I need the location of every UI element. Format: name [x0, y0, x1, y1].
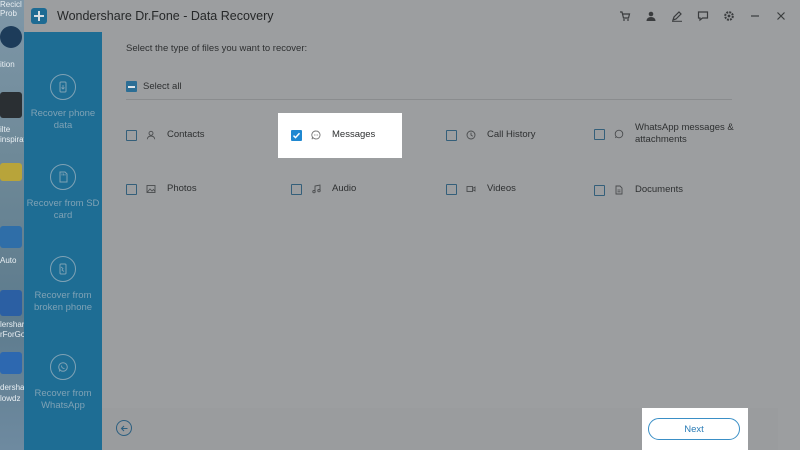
- desktop-label: dershar: [0, 383, 24, 392]
- sidebar-item-recover-phone-data[interactable]: Recover phone data: [24, 74, 102, 132]
- folder-icon[interactable]: [0, 163, 22, 181]
- whatsapp-icon: [613, 128, 625, 140]
- divider: [126, 99, 732, 100]
- option-whatsapp-messages[interactable]: WhatsApp messages & attachments: [594, 122, 735, 146]
- settings-icon[interactable]: [716, 0, 742, 32]
- option-documents[interactable]: Documents: [594, 184, 683, 196]
- footer-bar: Next: [102, 408, 778, 450]
- option-audio[interactable]: Audio: [291, 183, 356, 195]
- desktop-label: inspiratio: [0, 135, 24, 144]
- checkbox[interactable]: [446, 183, 457, 195]
- select-all-label: Select all: [143, 81, 182, 92]
- next-button[interactable]: Next: [648, 418, 740, 440]
- sidebar-item-recover-sd-card[interactable]: Recover from SD card: [24, 164, 102, 222]
- minimize-icon[interactable]: [742, 0, 768, 32]
- option-label: Photos: [167, 183, 197, 194]
- sidebar-item-label: Recover from WhatsApp: [34, 388, 92, 411]
- title-bar: Wondershare Dr.Fone - Data Recovery: [24, 0, 800, 32]
- next-highlight: Next: [642, 408, 748, 450]
- option-label: Contacts: [167, 129, 205, 140]
- sd-card-icon: [50, 164, 76, 190]
- user-icon[interactable]: [638, 0, 664, 32]
- drfone-shortcut-icon[interactable]: [0, 290, 22, 316]
- option-call-history[interactable]: Call History: [446, 129, 536, 141]
- sidebar-item-label: Recover from broken phone: [33, 290, 93, 313]
- select-all-checkbox[interactable]: Select all: [126, 81, 182, 92]
- desktop-label: Auto: [0, 256, 17, 265]
- cart-icon[interactable]: [612, 0, 638, 32]
- desktop-background: Recicl Prob ition ilte inspiratio Auto l…: [0, 0, 24, 450]
- close-icon[interactable]: [768, 0, 794, 32]
- desktop-label: ilte: [0, 125, 11, 134]
- select-all-box[interactable]: [126, 81, 137, 92]
- sidebar-item-recover-broken-phone[interactable]: Recover from broken phone: [24, 256, 102, 314]
- broken-phone-icon: [50, 256, 76, 282]
- option-photos[interactable]: Photos: [126, 183, 197, 195]
- desktop-label: lowdz: [0, 394, 21, 403]
- option-videos[interactable]: Videos: [446, 183, 516, 195]
- option-messages[interactable]: Messages: [291, 129, 375, 141]
- arrow-left-icon: [120, 425, 127, 431]
- checkbox-checked[interactable]: [291, 129, 302, 141]
- sidebar-item-label: Recover from SD card: [26, 198, 100, 221]
- sidebar-item-recover-whatsapp[interactable]: Recover from WhatsApp: [24, 354, 102, 412]
- desktop-label: lershar: [0, 320, 24, 329]
- desktop-label: ition: [0, 60, 15, 69]
- option-label: Audio: [332, 183, 357, 194]
- clock-icon: [465, 129, 477, 141]
- contact-icon: [145, 129, 157, 141]
- music-icon: [310, 183, 322, 195]
- desktop-label: Recicl: [0, 0, 22, 9]
- whatsapp-icon: [50, 354, 76, 380]
- checkbox[interactable]: [594, 184, 605, 196]
- drfone-logo-icon: [31, 8, 47, 24]
- back-button[interactable]: [116, 420, 132, 436]
- file-type-panel: Select the type of files you want to rec…: [102, 32, 778, 408]
- desktop-label: Prob: [0, 9, 17, 18]
- photo-icon: [145, 183, 157, 195]
- sidebar-item-label: Recover phone data: [30, 108, 96, 131]
- option-label: Call History: [487, 129, 536, 140]
- titlebar-controls: [612, 0, 794, 32]
- instruction-text: Select the type of files you want to rec…: [126, 43, 308, 54]
- edit-icon[interactable]: [664, 0, 690, 32]
- checkbox[interactable]: [446, 129, 457, 141]
- option-label: Messages: [332, 129, 376, 140]
- checkbox[interactable]: [126, 129, 137, 141]
- window-title: Wondershare Dr.Fone - Data Recovery: [57, 9, 274, 23]
- checkbox[interactable]: [126, 183, 137, 195]
- app-shortcut-icon[interactable]: [0, 92, 22, 118]
- phone-data-icon: [50, 74, 76, 100]
- feedback-icon[interactable]: [690, 0, 716, 32]
- option-label: Videos: [487, 183, 516, 194]
- option-label: Documents: [635, 184, 684, 195]
- checkbox[interactable]: [594, 128, 605, 140]
- desktop-label: rForGo: [0, 330, 24, 339]
- sidebar: Recover phone data Recover from SD card …: [24, 32, 102, 450]
- app-shortcut-icon[interactable]: [0, 352, 22, 374]
- message-icon: [310, 129, 322, 141]
- checkbox[interactable]: [291, 183, 302, 195]
- window-edge: [778, 32, 800, 450]
- video-icon: [465, 183, 477, 195]
- app-shortcut-icon[interactable]: [0, 226, 22, 248]
- steam-icon[interactable]: [0, 26, 22, 48]
- app-window: Wondershare Dr.Fone - Data Recovery Reco…: [24, 0, 800, 450]
- option-label: WhatsApp messages & attachments: [635, 122, 734, 145]
- document-icon: [613, 184, 625, 196]
- option-contacts[interactable]: Contacts: [126, 129, 205, 141]
